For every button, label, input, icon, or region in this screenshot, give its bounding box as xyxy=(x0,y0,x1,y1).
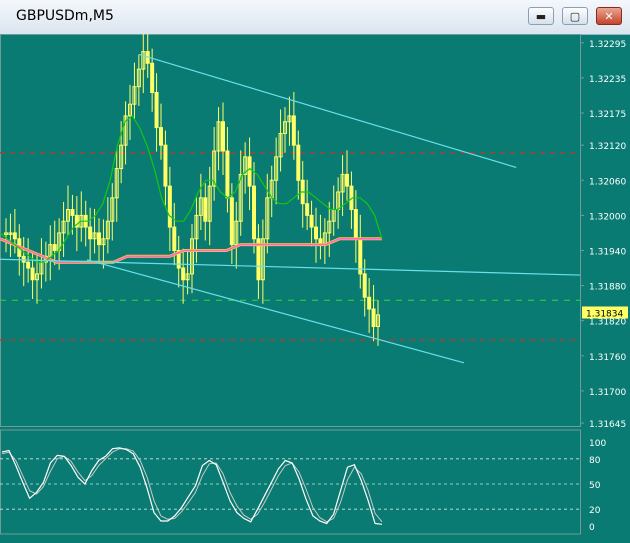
candle-body xyxy=(225,150,230,199)
stochastic-signal-line xyxy=(1,448,383,523)
close-button[interactable]: ✕ xyxy=(596,7,622,25)
stochastic-axis-label: 50 xyxy=(589,481,601,491)
indicator-panel-frame xyxy=(0,429,581,535)
title-bar[interactable]: GBPUSDm,M5 ▬ ▢ ✕ xyxy=(0,0,630,35)
price-axis-label: 1.31880 xyxy=(589,283,626,293)
price-axis-label: 1.31940 xyxy=(589,247,626,257)
trend-channel-line xyxy=(86,259,465,364)
candle-body xyxy=(203,197,208,222)
price-axis-label: 1.32120 xyxy=(589,142,626,152)
candle-body xyxy=(163,144,168,187)
candle-body xyxy=(291,115,296,146)
close-icon: ✕ xyxy=(604,9,614,23)
candle-body xyxy=(247,156,252,187)
candle-body xyxy=(30,267,35,281)
window-title: GBPUSDm,M5 xyxy=(16,8,114,24)
restore-icon: ▢ xyxy=(569,9,581,23)
candle-body xyxy=(52,244,57,251)
candle-body xyxy=(12,232,17,240)
stochastic-main-line xyxy=(1,447,383,525)
price-axis-label: 1.32295 xyxy=(589,40,626,50)
candle-body xyxy=(26,261,31,269)
price-axis-label: 1.32000 xyxy=(589,212,626,222)
candle-body xyxy=(309,214,314,228)
candle-body xyxy=(159,127,163,146)
stochastic-axis-label: 20 xyxy=(589,506,601,516)
minimize-icon: ▬ xyxy=(535,9,547,23)
main-panel-frame xyxy=(0,34,581,427)
candle-body xyxy=(296,144,301,181)
stochastic-axis-label: 80 xyxy=(589,456,601,466)
candle-body xyxy=(154,92,159,129)
candle-body xyxy=(167,185,172,228)
price-axis-label: 1.32235 xyxy=(589,75,626,85)
restore-button[interactable]: ▢ xyxy=(562,7,588,25)
price-axis-label: 1.32060 xyxy=(589,177,626,187)
stochastic-axis-label: 100 xyxy=(589,439,606,449)
price-axis-label: 1.31760 xyxy=(589,353,626,363)
current-price-label: 1.31834 xyxy=(586,309,623,319)
candle-body xyxy=(367,296,372,310)
chart-window: GBPUSDm,M5 ▬ ▢ ✕ 1.32295 1.32235 1.32175 1.… xyxy=(0,0,630,543)
candle-body xyxy=(88,226,93,240)
candle-body xyxy=(353,209,358,240)
candle-body xyxy=(181,267,186,281)
candle-body xyxy=(305,203,310,216)
candle-body xyxy=(371,308,376,328)
candle-body xyxy=(314,226,318,240)
price-chart[interactable]: 1.32295 1.32235 1.32175 1.32120 1.32060 1.320… xyxy=(0,34,630,543)
candle-body xyxy=(172,226,177,251)
price-axis-label: 1.32175 xyxy=(589,110,626,120)
candle-body xyxy=(345,173,349,187)
candle-body xyxy=(97,232,101,246)
price-axis-label: 1.31645 xyxy=(589,420,626,430)
trend-channel-line xyxy=(0,258,581,276)
candle-body xyxy=(150,62,155,94)
trend-channel-line xyxy=(139,53,517,168)
candle-body xyxy=(221,121,225,152)
stochastic-axis-label: 0 xyxy=(589,523,595,533)
minimize-button[interactable]: ▬ xyxy=(528,7,554,25)
candle-body xyxy=(362,273,367,298)
candle-body xyxy=(21,255,26,263)
candle-body xyxy=(70,209,75,216)
candle-body xyxy=(252,185,256,240)
price-axis-label: 1.31700 xyxy=(589,388,626,398)
candle-body xyxy=(229,197,234,246)
